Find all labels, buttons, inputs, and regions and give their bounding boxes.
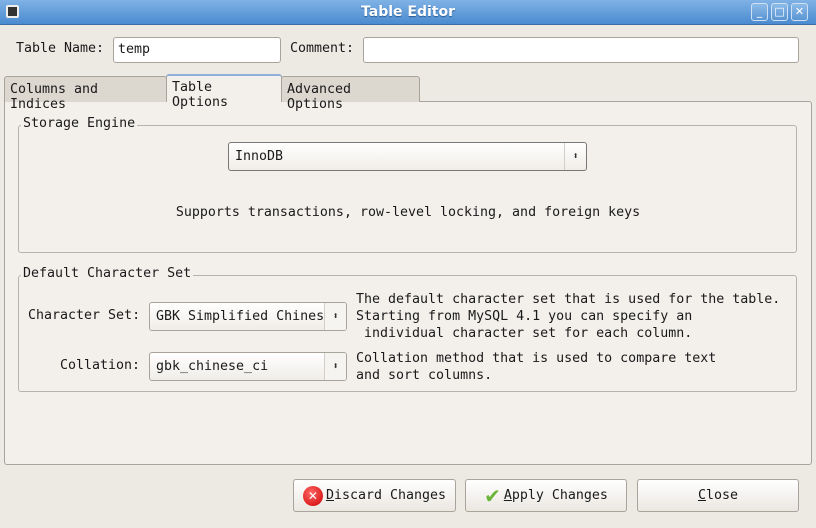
charset-legend: Default Character Set bbox=[21, 266, 194, 281]
charset-label: Character Set: bbox=[28, 308, 141, 323]
chevron-updown-icon: ⬍ bbox=[324, 303, 346, 330]
close-window-button[interactable]: ✕ bbox=[791, 3, 808, 21]
discard-label: iscard Changes bbox=[333, 488, 447, 503]
tab-advanced-options[interactable]: Advanced Options bbox=[281, 76, 420, 112]
storage-engine-legend: Storage Engine bbox=[21, 116, 138, 131]
comment-label: Comment: bbox=[290, 41, 355, 56]
collation-label: Collation: bbox=[60, 358, 141, 373]
comment-input[interactable] bbox=[363, 37, 799, 63]
error-icon: ✕ bbox=[302, 485, 323, 506]
checkmark-icon: ✔ bbox=[484, 483, 501, 508]
tab-columns-and-indices[interactable]: Columns and Indices bbox=[4, 76, 167, 112]
storage-engine-description: Supports transactions, row-level locking… bbox=[175, 205, 641, 220]
discard-changes-button[interactable]: ✕ Discard Changes bbox=[293, 479, 456, 512]
close-label: lose bbox=[705, 488, 739, 503]
tab-table-options[interactable]: Table Options bbox=[166, 74, 282, 110]
chevron-updown-icon: ⬍ bbox=[324, 353, 346, 380]
charset-select[interactable]: GBK Simplified Chinese ⬍ bbox=[149, 302, 347, 331]
discard-mnemonic: D bbox=[325, 488, 334, 503]
storage-engine-select[interactable]: InnoDB ⬍ bbox=[228, 142, 587, 171]
minimize-button[interactable]: _ bbox=[751, 3, 768, 21]
window-title: Table Editor bbox=[361, 4, 455, 20]
collation-select[interactable]: gbk_chinese_ci ⬍ bbox=[149, 352, 347, 381]
chevron-updown-icon: ⬍ bbox=[564, 143, 586, 170]
charset-value: GBK Simplified Chinese bbox=[156, 309, 333, 324]
table-name-label: Table Name: bbox=[16, 41, 105, 56]
apply-changes-button[interactable]: ✔ Apply Changes bbox=[465, 479, 627, 512]
collation-value: gbk_chinese_ci bbox=[156, 359, 269, 374]
charset-description: The default character set that is used f… bbox=[356, 292, 781, 341]
storage-engine-value: InnoDB bbox=[235, 149, 284, 164]
table-name-input[interactable]: temp bbox=[113, 37, 281, 63]
close-button[interactable]: Close bbox=[637, 479, 799, 512]
collation-description: Collation method that is used to compare… bbox=[356, 351, 717, 383]
apply-label: pply Changes bbox=[511, 488, 608, 503]
close-mnemonic: C bbox=[697, 488, 706, 503]
apply-mnemonic: A bbox=[503, 488, 512, 503]
maximize-button[interactable]: □ bbox=[771, 3, 788, 21]
